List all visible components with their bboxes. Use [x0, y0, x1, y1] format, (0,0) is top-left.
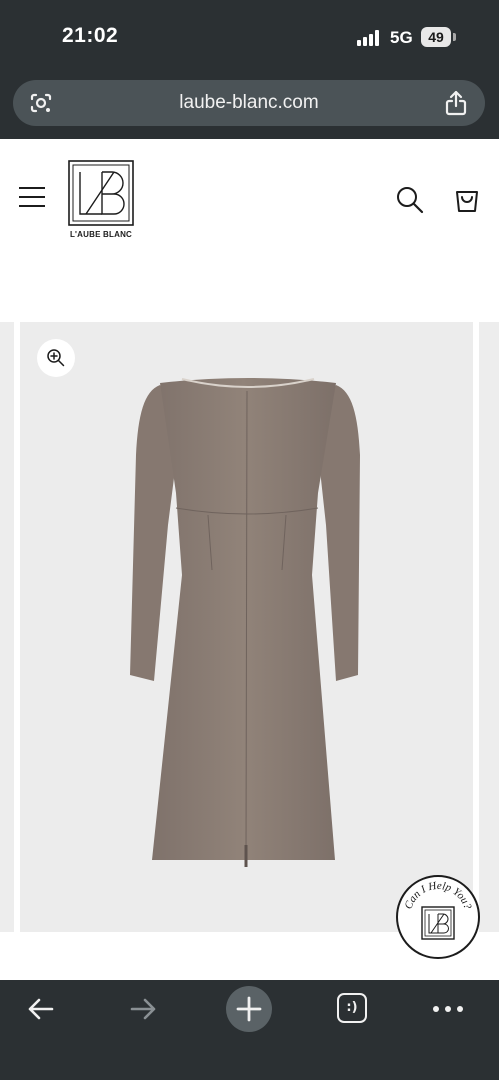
search-icon[interactable]: [395, 185, 425, 215]
browser-toolbar: laube-blanc.com: [0, 76, 499, 139]
product-image-dress[interactable]: [130, 375, 365, 885]
help-chat-button[interactable]: Can I Help You?: [396, 875, 480, 959]
new-tab-plus-icon: [236, 996, 262, 1022]
logo-monogram: [421, 906, 455, 940]
more-dots-icon[interactable]: [420, 990, 476, 1046]
battery-icon: 49: [421, 27, 451, 47]
back-arrow-icon[interactable]: [14, 990, 70, 1046]
logo-monogram[interactable]: [68, 160, 134, 226]
google-lens-icon[interactable]: [29, 91, 53, 115]
share-icon[interactable]: [443, 89, 469, 117]
zoom-button[interactable]: [37, 339, 75, 377]
tabs-icon[interactable]: :): [337, 993, 367, 1023]
help-badge-graphic: Can I Help You?: [402, 880, 474, 940]
shopping-bag-icon[interactable]: [452, 183, 482, 215]
forward-arrow-icon[interactable]: [118, 990, 174, 1046]
browser-bottom-toolbar: :): [0, 980, 499, 1080]
battery-tip: [453, 33, 456, 41]
address-bar[interactable]: laube-blanc.com: [13, 80, 485, 126]
status-time: 21:02: [62, 24, 119, 47]
menu-icon[interactable]: [19, 185, 45, 209]
previous-slide[interactable]: [0, 322, 14, 932]
zoom-in-icon: [47, 349, 65, 367]
product-slide[interactable]: [20, 322, 473, 932]
product-gallery[interactable]: [0, 322, 499, 932]
site-header: L'AUBE BLANC: [0, 139, 499, 319]
status-bar: 21:02 5G 49: [0, 0, 499, 76]
signal-icon: [357, 30, 383, 46]
url-text[interactable]: laube-blanc.com: [13, 80, 485, 126]
network-label: 5G: [390, 28, 413, 47]
next-slide[interactable]: [479, 322, 499, 932]
new-tab-button[interactable]: [226, 986, 272, 1032]
brand-name: L'AUBE BLANC: [69, 230, 133, 239]
